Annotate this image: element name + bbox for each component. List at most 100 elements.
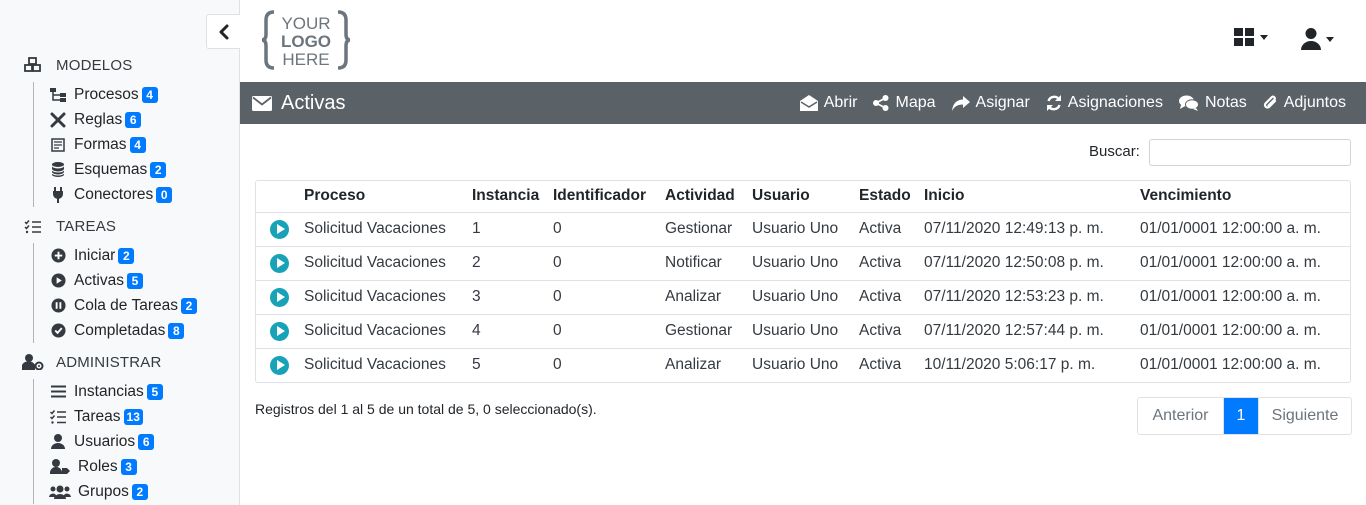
cell-instancia: 1 (464, 212, 545, 247)
play-circle-icon[interactable] (270, 287, 289, 307)
play-circle-icon[interactable] (270, 355, 289, 375)
table-header-row: Proceso Instancia Identificador Activida… (256, 181, 1350, 213)
cell-inicio: 07/11/2020 12:53:23 p. m. (916, 280, 1132, 315)
table-row[interactable]: Solicitud Vacaciones 1 0 Gestionar Usuar… (256, 212, 1350, 247)
column-header-identificador[interactable]: Identificador (545, 181, 657, 213)
page-title-text: Activas (281, 91, 346, 114)
sidebar-item-formas[interactable]: Formas 4 (34, 132, 233, 157)
table-row[interactable]: Solicitud Vacaciones 2 0 Notificar Usuar… (256, 246, 1350, 281)
share-alt-icon (873, 95, 889, 111)
logo-line-2: LOGO (281, 32, 331, 51)
section-modelos[interactable]: MODELOS (22, 54, 132, 76)
cell-instancia: 2 (464, 246, 545, 281)
cell-estado: Activa (851, 246, 916, 281)
sidebar-item-cola-de-tareas[interactable]: Cola de Tareas 2 (34, 293, 233, 318)
table-row[interactable]: Solicitud Vacaciones 4 0 Gestionar Usuar… (256, 314, 1350, 349)
sidebar-item-procesos[interactable]: Procesos 4 (34, 82, 233, 107)
cell-usuario: Usuario Uno (744, 314, 851, 349)
chevron-left-icon (219, 24, 228, 39)
sidebar-item-roles[interactable]: Roles 3 (34, 454, 233, 479)
logo[interactable]: YOUR LOGO HERE (261, 8, 351, 72)
sidebar-item-completadas[interactable]: Completadas 8 (34, 318, 233, 343)
cell-actividad: Gestionar (657, 212, 744, 247)
cell-identificador: 0 (545, 246, 657, 281)
logo-line-3: HERE (282, 50, 329, 69)
play-circle-icon[interactable] (270, 219, 289, 239)
cell-usuario: Usuario Uno (744, 212, 851, 247)
column-header-estado[interactable]: Estado (851, 181, 916, 213)
column-header-instancia[interactable]: Instancia (464, 181, 545, 213)
table-info: Registros del 1 al 5 de un total de 5, 0… (255, 401, 597, 417)
section-administrar[interactable]: ADMINISTRAR (22, 351, 162, 373)
action-label: Notas (1204, 94, 1247, 111)
search-input[interactable] (1149, 139, 1351, 166)
section-tareas[interactable]: TAREAS (22, 215, 116, 237)
cell-instancia: 5 (472, 356, 481, 374)
tasks-icon (22, 217, 44, 235)
sidebar-item-label: Esquemas (74, 160, 148, 178)
pagination: Anterior 1 Siguiente (1137, 397, 1352, 435)
sitemap-icon (49, 87, 67, 103)
pagination-next[interactable]: Siguiente (1258, 398, 1351, 434)
pagination-page-current[interactable]: 1 (1224, 398, 1258, 434)
cell-inicio: 07/11/2020 12:50:08 p. m. (916, 246, 1132, 281)
cell-estado: Activa (851, 280, 916, 315)
users-icon (49, 484, 71, 500)
count-badge: 2 (131, 483, 148, 500)
column-header-proceso[interactable]: Proceso (296, 181, 464, 213)
column-header-actividad[interactable]: Actividad (657, 181, 744, 213)
cubes-icon (22, 56, 44, 74)
administrar-list: Instancias 5 Tareas 13 Usuarios 6 Roles … (33, 379, 233, 504)
sidebar-item-esquemas[interactable]: Esquemas 2 (34, 157, 233, 182)
column-header-vencimiento[interactable]: Vencimiento (1132, 181, 1350, 213)
sidebar-item-label: Completadas (74, 321, 166, 339)
apps-menu-button[interactable] (1234, 28, 1268, 47)
sidebar-item-instancias[interactable]: Instancias 5 (34, 379, 233, 404)
table-row[interactable]: Solicitud Vacaciones 5 0 Analizar Usuari… (256, 348, 1350, 382)
user-menu-button[interactable] (1301, 28, 1334, 50)
asignaciones-button[interactable]: Asignaciones (1046, 94, 1163, 112)
mapa-button[interactable]: Mapa (873, 94, 936, 112)
action-label: Asignar (975, 94, 1030, 111)
notas-button[interactable]: Notas (1178, 94, 1247, 112)
table-row[interactable]: Solicitud Vacaciones 3 0 Analizar Usuari… (256, 280, 1350, 315)
sidebar-item-reglas[interactable]: Reglas 6 (34, 107, 233, 132)
sidebar-item-activas[interactable]: Activas 5 (34, 268, 233, 293)
cell-proceso: Solicitud Vacaciones (296, 280, 464, 315)
sidebar-collapse-button[interactable] (206, 14, 240, 49)
count-badge: 4 (129, 136, 146, 153)
play-circle-icon[interactable] (270, 253, 289, 273)
cell-usuario: Usuario Uno (744, 246, 851, 281)
count-badge: 2 (180, 297, 197, 314)
play-cell (256, 348, 296, 382)
cell-estado: Activa (859, 356, 902, 374)
section-title: ADMINISTRAR (56, 353, 162, 371)
cell-actividad: Notificar (657, 246, 744, 281)
tasks-table: Proceso Instancia Identificador Activida… (255, 180, 1351, 383)
list-icon (49, 384, 67, 400)
play-circle-icon[interactable] (270, 321, 289, 341)
user-tag-icon (49, 459, 71, 475)
cell-actividad: Analizar (657, 280, 744, 315)
sidebar-item-tareas[interactable]: Tareas 13 (34, 404, 233, 429)
cell-proceso: Solicitud Vacaciones (304, 356, 446, 374)
sidebar-item-grupos[interactable]: Grupos 2 (34, 479, 233, 504)
cell-identificador: 0 (545, 280, 657, 315)
adjuntos-button[interactable]: Adjuntos (1263, 94, 1346, 112)
column-header-inicio[interactable]: Inicio (916, 181, 1132, 213)
count-badge: 2 (118, 247, 135, 264)
cell-usuario: Usuario Uno (752, 356, 839, 374)
cell-inicio: 10/11/2020 5:06:17 p. m. (924, 356, 1096, 374)
sidebar-item-usuarios[interactable]: Usuarios 6 (34, 429, 233, 454)
sidebar-item-conectores[interactable]: Conectores 0 (34, 182, 233, 207)
play-circle-icon (49, 273, 67, 289)
pagination-previous[interactable]: Anterior (1138, 398, 1224, 434)
count-badge: 2 (150, 161, 167, 178)
cell-usuario: Usuario Uno (744, 280, 851, 315)
abrir-button[interactable]: Abrir (799, 94, 857, 112)
column-header-usuario[interactable]: Usuario (744, 181, 851, 213)
sidebar-item-iniciar[interactable]: Iniciar 2 (34, 243, 233, 268)
modelos-list: Procesos 4 Reglas 6 Formas 4 Esquemas 2 … (33, 82, 233, 207)
asignar-button[interactable]: Asignar (951, 94, 1030, 112)
sidebar-item-label: Reglas (74, 110, 123, 128)
